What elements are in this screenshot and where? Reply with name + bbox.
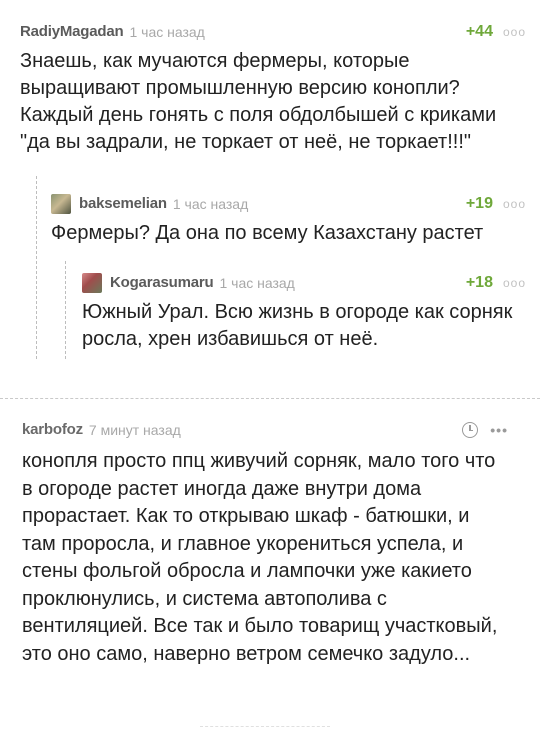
- comment-actions: •••: [462, 418, 508, 442]
- comment-author[interactable]: baksemelian: [79, 192, 167, 216]
- comment-rating: +44: [465, 23, 493, 40]
- comment-header: RadiyMagadan 1 час назад +44 ooo: [20, 20, 526, 44]
- comment-header: baksemelian 1 час назад +19 ooo: [51, 192, 526, 216]
- comment-body: Знаешь, как мучаются фермеры, которые вы…: [20, 50, 497, 153]
- comment-body: Фермеры? Да она по всему Казахстану раст…: [51, 222, 484, 244]
- comment-time[interactable]: 1 час назад: [173, 192, 248, 216]
- more-options-icon[interactable]: ooo: [503, 192, 526, 216]
- comment-time[interactable]: 1 час назад: [219, 271, 294, 295]
- comment-separator: [0, 398, 540, 399]
- comment-time[interactable]: 7 минут назад: [89, 418, 181, 442]
- divider: [200, 726, 330, 727]
- more-options-icon[interactable]: •••: [490, 418, 508, 442]
- comment-author[interactable]: Kogarasumaru: [110, 271, 214, 295]
- avatar[interactable]: [82, 273, 102, 293]
- comment-actions: +18 ooo: [466, 271, 526, 295]
- comment-radiymagadan: RadiyMagadan 1 час назад +44 ooo Знаешь,…: [20, 0, 526, 359]
- comment-karbofoz: karbofoz 7 минут назад ••• конопля прост…: [22, 418, 508, 668]
- more-options-icon[interactable]: ooo: [503, 20, 526, 44]
- comment-rating: +19: [465, 195, 493, 212]
- comment-thread: RadiyMagadan 1 час назад +44 ooo Знаешь,…: [20, 0, 526, 359]
- clock-icon[interactable]: [462, 422, 479, 438]
- comment-body: Южный Урал. Всю жизнь в огороде как сорн…: [82, 301, 513, 350]
- comment-header: karbofoz 7 минут назад •••: [22, 418, 508, 442]
- comment-author[interactable]: RadiyMagadan: [20, 20, 124, 44]
- avatar[interactable]: [51, 194, 71, 214]
- reply-kogarasumaru: Kogarasumaru 1 час назад +18 ooo Южный У…: [65, 261, 526, 359]
- comment-rating: +18: [465, 274, 493, 291]
- reply-baksemelian: baksemelian 1 час назад +19 ooo Фермеры?…: [36, 176, 526, 359]
- comment-actions: +44 ooo: [466, 20, 526, 44]
- comment-actions: +19 ooo: [466, 192, 526, 216]
- comment-author[interactable]: karbofoz: [22, 418, 83, 442]
- comment-time[interactable]: 1 час назад: [129, 20, 204, 44]
- more-options-icon[interactable]: ooo: [503, 271, 526, 295]
- comment-header: Kogarasumaru 1 час назад +18 ooo: [82, 271, 526, 295]
- comment-body: конопля просто ппц живучий сорняк, мало …: [22, 450, 498, 665]
